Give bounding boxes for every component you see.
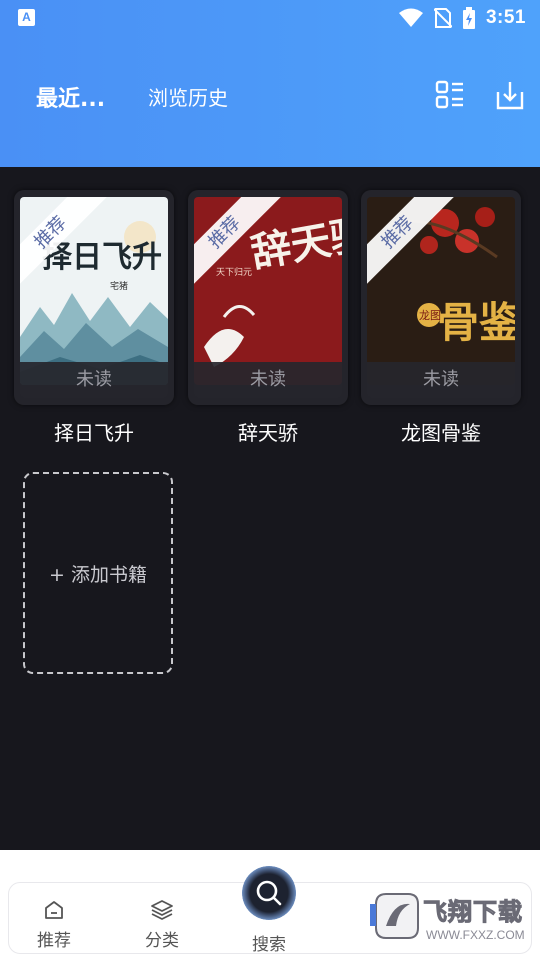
nav-search[interactable]: 搜索 (234, 858, 304, 958)
cover-title-art: 骨鉴 (437, 298, 515, 347)
tab-browse-history[interactable]: 浏览历史 (148, 82, 228, 111)
unread-badge: 未读 (20, 362, 168, 398)
nav-category-label: 分类 (145, 931, 179, 951)
book-card[interactable]: 骨鉴 龙图 推荐 未读 (361, 190, 521, 405)
book-cover[interactable]: 辞天骄 天下归元 推荐 (194, 197, 342, 385)
app-notification-icon: A (18, 9, 35, 26)
nav-search-label: 搜索 (252, 935, 286, 955)
app-header: A 3:51 最近... 浏览历史 (0, 0, 540, 167)
cover-logo-text: 龙图 (419, 309, 441, 322)
watermark-url: WWW.FXXZ.COM (426, 928, 525, 942)
grid-view-icon (435, 80, 463, 109)
cover-author: 宅猪 (110, 280, 128, 292)
unread-badge: 未读 (194, 362, 342, 398)
layers-icon (151, 900, 173, 920)
site-watermark: 飞翔下载 WWW.FXXZ.COM (368, 886, 534, 952)
cover-author: 天下归元 (216, 266, 252, 278)
tab-recent[interactable]: 最近... (36, 81, 105, 113)
book-cover[interactable]: 骨鉴 龙图 推荐 (367, 197, 515, 385)
unread-badge: 未读 (367, 362, 515, 398)
download-button[interactable] (496, 80, 524, 110)
status-time: 3:51 (485, 7, 526, 28)
no-sim-icon (433, 7, 452, 29)
book-title[interactable]: 辞天骄 (188, 417, 348, 446)
book-card[interactable]: 择日飞升 宅猪 推荐 未读 (14, 190, 174, 405)
watermark-logo-icon (370, 893, 419, 939)
search-icon (256, 880, 282, 906)
cover-title-art: 择日飞升 (42, 240, 162, 275)
nav-recommend[interactable]: 推荐 (14, 898, 94, 951)
book-card[interactable]: 辞天骄 天下归元 推荐 未读 (188, 190, 348, 405)
status-bar: A 3:51 (0, 0, 540, 36)
battery-charging-icon (462, 7, 476, 29)
grid-view-button[interactable] (435, 80, 465, 110)
book-title[interactable]: 龙图骨鉴 (361, 417, 521, 446)
search-button-circle[interactable] (242, 866, 296, 920)
download-icon (496, 82, 524, 110)
status-icons: 3:51 (398, 5, 526, 31)
nav-recommend-label: 推荐 (37, 931, 71, 951)
add-book-button[interactable]: + 添加书籍 (23, 472, 173, 674)
wifi-icon (398, 8, 424, 28)
book-cover[interactable]: 择日飞升 宅猪 推荐 (20, 197, 168, 385)
watermark-text: 飞翔下载 (423, 898, 523, 927)
nav-category[interactable]: 分类 (122, 898, 202, 951)
home-icon (45, 901, 63, 919)
book-title[interactable]: 择日飞升 (14, 417, 174, 446)
